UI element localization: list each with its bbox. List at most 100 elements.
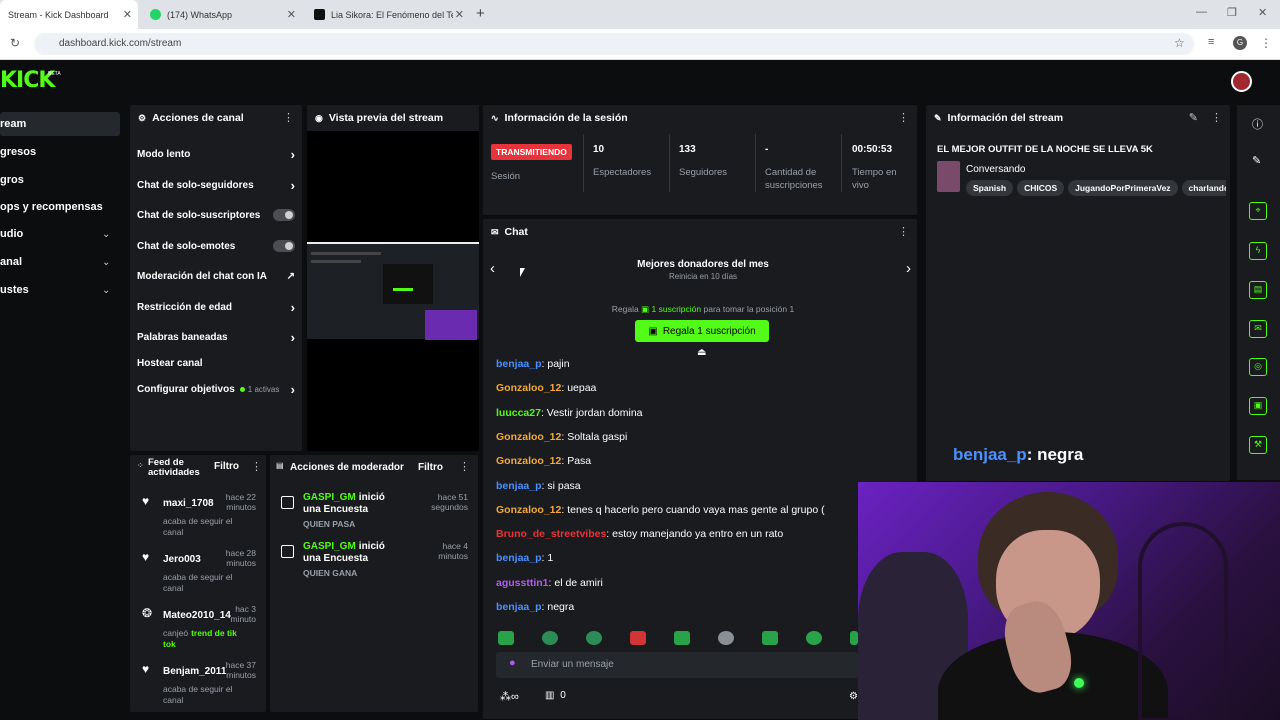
mod-username[interactable]: GASPI_GM: [303, 541, 356, 552]
emote[interactable]: [630, 631, 646, 645]
chat-username[interactable]: benjaa_p: [496, 480, 542, 492]
feed-action: acaba de seguir el canal: [163, 684, 233, 705]
filter-button[interactable]: Filtro: [418, 462, 443, 473]
feed-username[interactable]: Jero003: [163, 554, 201, 565]
scan-icon[interactable]: ⌖: [1249, 202, 1267, 220]
bookmark-star-icon[interactable]: ☆: [1174, 36, 1185, 50]
feed-username[interactable]: maxi_1708: [163, 498, 214, 509]
mod-action-line: GASPI_GM inició una Encuesta: [303, 541, 403, 565]
chat-username[interactable]: luucca27: [496, 407, 541, 419]
chat-username[interactable]: Gonzaloo_12: [496, 455, 561, 467]
emote[interactable]: [762, 631, 778, 645]
chat-username[interactable]: Gonzaloo_12: [496, 431, 561, 443]
emote[interactable]: [674, 631, 690, 645]
reload-icon[interactable]: ↻: [10, 36, 20, 50]
more-icon[interactable]: ⋮: [898, 111, 909, 124]
sidebar-item-logros[interactable]: gros: [0, 168, 120, 192]
filter-button[interactable]: Filtro: [214, 461, 239, 472]
more-icon[interactable]: ⋮: [1211, 111, 1222, 124]
layout-icon[interactable]: ▣: [1249, 397, 1267, 415]
browser-menu-icon[interactable]: ⋮: [1260, 36, 1272, 50]
document-icon[interactable]: ▤: [1249, 281, 1267, 299]
url-input[interactable]: dashboard.kick.com/stream: [34, 33, 1194, 55]
feed-username[interactable]: Benjam_2011: [163, 666, 226, 677]
sidebar-item-stream[interactable]: ream: [0, 112, 120, 136]
emote[interactable]: [542, 631, 558, 645]
browser-tab-whatsapp[interactable]: (174) WhatsApp ✕: [142, 0, 302, 29]
gift-subscription-button[interactable]: ▣ Regala 1 suscripción: [635, 320, 769, 342]
prev-arrow-icon[interactable]: ‹: [490, 260, 495, 277]
emote[interactable]: [850, 631, 858, 645]
chat-username[interactable]: Bruno_de_streetvibes: [496, 528, 606, 540]
goals-row[interactable]: Configurar objetivos 1 activas ›: [137, 374, 297, 404]
chevron-down-icon[interactable]: ⌄: [102, 229, 110, 240]
edit-icon[interactable]: ✎: [1252, 154, 1261, 167]
more-icon[interactable]: ⋮: [898, 225, 909, 238]
chat-bubble-icon[interactable]: ✉: [1249, 320, 1267, 338]
followers-only-row[interactable]: Chat de solo-seguidores ›: [137, 170, 297, 200]
chat-username[interactable]: benjaa_p: [496, 552, 542, 564]
more-icon[interactable]: ⋮: [251, 460, 262, 473]
sidebar-item-ingresos[interactable]: gresos: [0, 140, 120, 164]
chat-input[interactable]: ● Enviar un mensaje: [496, 652, 858, 678]
browser-tab-tiktok[interactable]: Lia Sikora: El Fenómeno del Ter ✕: [306, 0, 470, 29]
chat-username[interactable]: benjaa_p: [496, 601, 542, 613]
extensions-icon[interactable]: ≡: [1208, 36, 1214, 48]
heart-icon: ♥: [142, 662, 150, 676]
box-icon: ▥: [545, 690, 555, 701]
mouse-cursor: [520, 268, 525, 277]
mod-username[interactable]: GASPI_GM: [303, 492, 356, 503]
broadcast-icon[interactable]: ◎: [1249, 358, 1267, 376]
chat-username[interactable]: benjaa_p: [496, 358, 542, 370]
settings-gear-icon[interactable]: ⚙: [849, 691, 858, 702]
lightning-icon[interactable]: ϟ: [1249, 242, 1267, 260]
tag[interactable]: Spanish: [966, 180, 1014, 196]
sidebar-item-drops[interactable]: ops y recompensas: [0, 195, 120, 219]
chat-username[interactable]: Gonzaloo_12: [496, 382, 561, 394]
emote[interactable]: [498, 631, 514, 645]
profile-avatar[interactable]: G: [1233, 36, 1247, 50]
emote[interactable]: [718, 631, 734, 645]
eject-icon[interactable]: ⏏: [697, 347, 706, 358]
chevron-down-icon[interactable]: ⌄: [102, 257, 110, 268]
window-close-icon[interactable]: ✕: [1258, 6, 1267, 19]
tag[interactable]: JugandoPorPrimeraVez: [1068, 180, 1178, 196]
wrench-icon[interactable]: ⚒: [1249, 436, 1267, 454]
kick-logo[interactable]: KICK: [0, 68, 55, 93]
chat-message: Gonzaloo_12: tenes q hacerlo pero cuando…: [496, 504, 858, 520]
restore-icon[interactable]: ❐: [1227, 6, 1237, 19]
new-tab-button[interactable]: +: [476, 5, 485, 22]
emotes-only-toggle[interactable]: [273, 240, 295, 252]
emote[interactable]: [806, 631, 822, 645]
ai-moderation-row[interactable]: Moderación del chat con IA ↗: [137, 261, 297, 291]
close-icon[interactable]: ✕: [287, 8, 296, 21]
browser-tab-kick[interactable]: Stream - Kick Dashboard ✕: [0, 0, 138, 29]
row-label: Chat de solo-suscriptores: [137, 209, 261, 221]
tag[interactable]: CHICOS: [1017, 180, 1065, 196]
category-name[interactable]: Conversando: [966, 164, 1025, 175]
chat-username[interactable]: agussttin1: [496, 577, 549, 589]
slow-mode-row[interactable]: Modo lento ›: [137, 139, 297, 169]
infinity-icon[interactable]: ⁂∞: [500, 690, 519, 703]
minimize-icon[interactable]: —: [1196, 6, 1207, 18]
close-icon[interactable]: ✕: [455, 8, 464, 21]
subscribers-only-toggle[interactable]: [273, 209, 295, 221]
stream-preview-video[interactable]: [307, 242, 479, 340]
gift-icon: ▣: [648, 325, 658, 337]
chevron-down-icon[interactable]: ⌄: [102, 285, 110, 296]
microphone-icon[interactable]: ●: [509, 657, 516, 669]
close-icon[interactable]: ✕: [123, 8, 132, 21]
feed-time: hace 22 minutos: [225, 492, 256, 512]
chat-username[interactable]: Gonzaloo_12: [496, 504, 561, 516]
user-avatar[interactable]: [1231, 71, 1252, 92]
age-restriction-row[interactable]: Restricción de edad ›: [137, 292, 297, 322]
tag[interactable]: charlando: [1181, 180, 1226, 196]
edit-pencil-icon[interactable]: ✎: [1189, 111, 1198, 124]
more-icon[interactable]: ⋮: [459, 460, 470, 473]
emote[interactable]: [586, 631, 602, 645]
info-icon[interactable]: ⓘ: [1252, 116, 1263, 132]
bits-counter[interactable]: ▥ 0: [545, 690, 566, 701]
chat-text: : si pasa: [541, 479, 581, 492]
next-arrow-icon[interactable]: ›: [906, 260, 911, 277]
more-icon[interactable]: ⋮: [283, 111, 294, 124]
